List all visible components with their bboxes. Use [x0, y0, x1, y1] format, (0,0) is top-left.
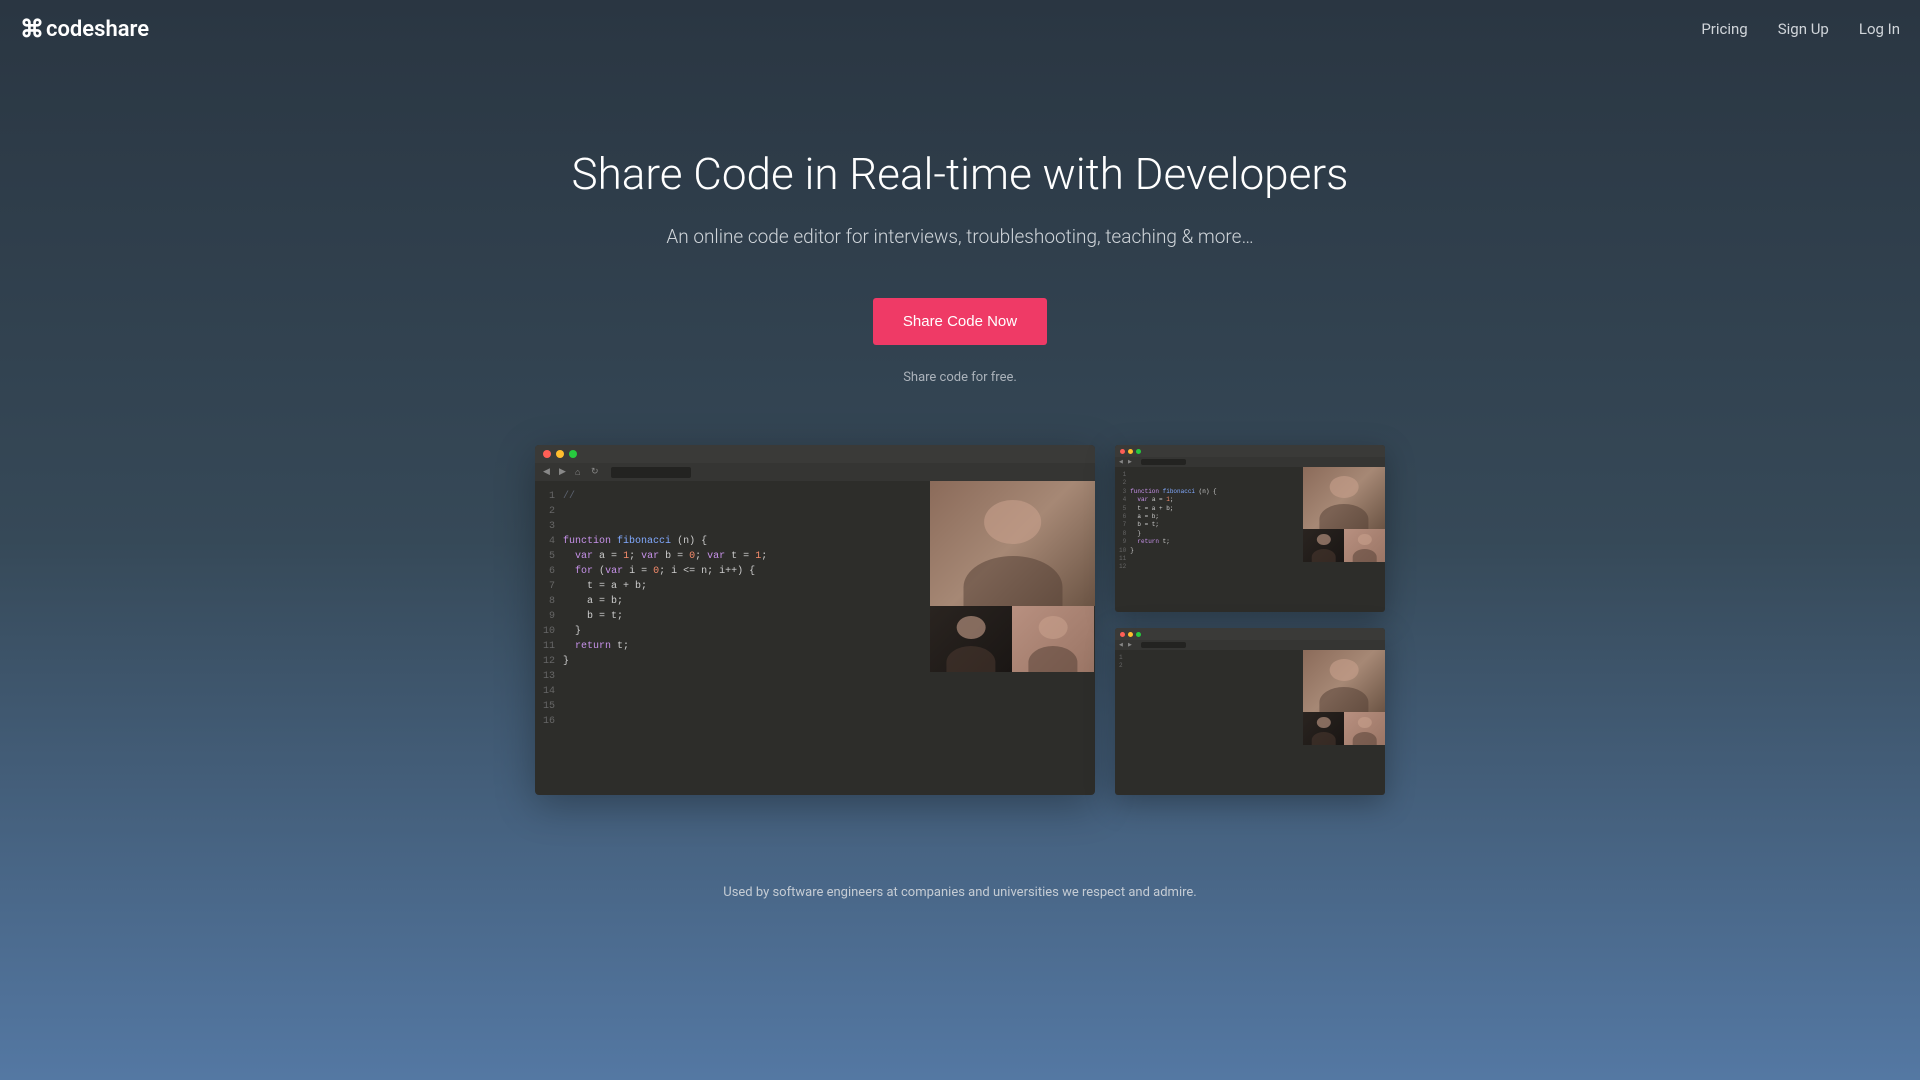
video-main [1303, 467, 1385, 529]
video-thumb-2 [1344, 712, 1385, 745]
close-icon [1120, 449, 1125, 454]
back-icon: ◀ [1119, 459, 1125, 465]
cta-subtext: Share code for free. [20, 370, 1900, 385]
window-chrome [1115, 445, 1385, 457]
maximize-icon [1136, 449, 1141, 454]
maximize-icon [1136, 632, 1141, 637]
close-icon [543, 450, 551, 458]
window-chrome [1115, 628, 1385, 640]
browser-bar: ◀ ▶ [1115, 457, 1385, 467]
editor-small-1: ◀ ▶ 123456789101112 function fibonacci (… [1115, 445, 1385, 612]
home-icon: ⌂ [575, 467, 585, 477]
header: ⌘codeshare Pricing Sign Up Log In [0, 0, 1920, 58]
line-numbers: 12345678910111213141516 [535, 489, 563, 729]
minimize-icon [1128, 449, 1133, 454]
back-icon: ◀ [1119, 642, 1125, 648]
logo-text: codeshare [46, 17, 149, 42]
video-panel [1303, 650, 1385, 745]
video-thumbs [1303, 712, 1385, 745]
video-thumb-1 [1303, 529, 1344, 562]
hero: Share Code in Real-time with Developers … [0, 58, 1920, 425]
video-thumb-2 [1012, 606, 1094, 672]
video-thumb-1 [1303, 712, 1344, 745]
video-thumbs [1303, 529, 1385, 562]
minimize-icon [556, 450, 564, 458]
maximize-icon [569, 450, 577, 458]
hero-subtitle: An online code editor for interviews, tr… [20, 225, 1900, 248]
video-main [1303, 650, 1385, 712]
footer-tagline: Used by software engineers at companies … [0, 815, 1920, 920]
editor-small-2: ◀ ▶ 12 [1115, 628, 1385, 795]
share-code-button[interactable]: Share Code Now [873, 298, 1047, 345]
video-thumb-2 [1344, 529, 1385, 562]
nav: Pricing Sign Up Log In [1701, 20, 1900, 38]
minimize-icon [1128, 632, 1133, 637]
address-bar [1141, 459, 1186, 465]
hero-title: Share Code in Real-time with Developers [20, 148, 1900, 200]
editor-large: ◀ ▶ ⌂ ↻ 12345678910111213141516 // funct… [535, 445, 1095, 795]
forward-icon: ▶ [559, 467, 569, 477]
demo-container: ◀ ▶ ⌂ ↻ 12345678910111213141516 // funct… [360, 425, 1560, 815]
forward-icon: ▶ [1128, 642, 1134, 648]
window-chrome [535, 445, 1095, 463]
logo[interactable]: ⌘codeshare [20, 15, 149, 43]
video-main [930, 481, 1095, 606]
logo-icon: ⌘ [20, 15, 44, 43]
line-numbers: 12 [1115, 654, 1127, 671]
video-panel [930, 481, 1095, 672]
video-panel [1303, 467, 1385, 562]
video-thumb-1 [930, 606, 1012, 672]
nav-login[interactable]: Log In [1859, 20, 1900, 38]
nav-signup[interactable]: Sign Up [1778, 20, 1829, 38]
video-thumbs [930, 606, 1095, 672]
reload-icon: ↻ [591, 467, 601, 477]
nav-pricing[interactable]: Pricing [1701, 20, 1747, 38]
address-bar [611, 467, 691, 478]
back-icon: ◀ [543, 467, 553, 477]
browser-bar: ◀ ▶ [1115, 640, 1385, 650]
line-numbers: 123456789101112 [1115, 471, 1130, 572]
right-column: ◀ ▶ 123456789101112 function fibonacci (… [1115, 445, 1385, 795]
address-bar [1141, 642, 1186, 648]
forward-icon: ▶ [1128, 459, 1134, 465]
browser-bar: ◀ ▶ ⌂ ↻ [535, 463, 1095, 481]
close-icon [1120, 632, 1125, 637]
